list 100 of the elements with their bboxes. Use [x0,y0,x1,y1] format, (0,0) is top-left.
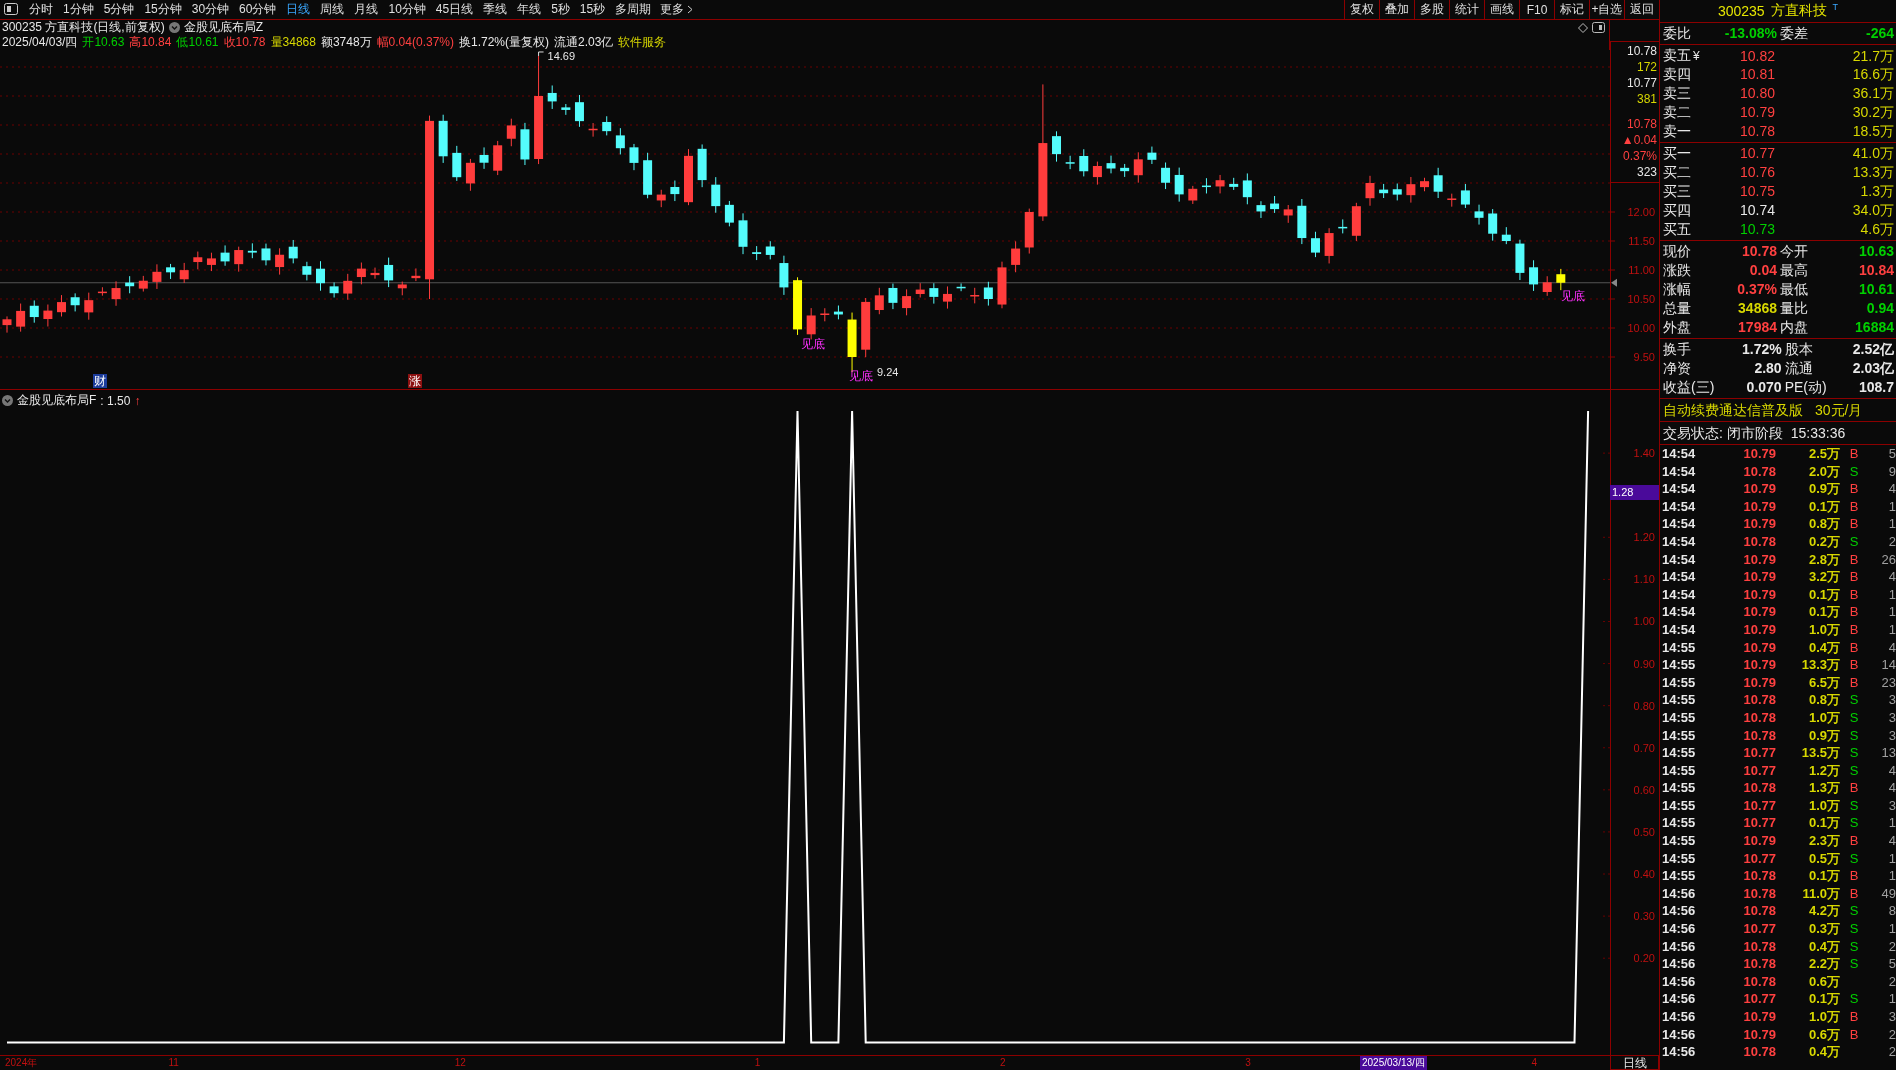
quote-field: 开10.63 [82,34,125,51]
field-value: 2.03亿 [1852,359,1894,378]
window-icon[interactable] [1592,22,1605,33]
cursor-value: 0.37% [1622,148,1657,164]
period-tab[interactable]: 日线 [281,0,316,19]
toolbar-button[interactable]: +自选 [1589,0,1624,19]
field-label: 换手 [1663,340,1692,359]
toolbar-button[interactable]: 画线 [1484,0,1519,19]
trade-side: B [1848,445,1860,463]
order-price: 10.77 [1738,144,1775,163]
trade-volume: 0.1万 [1807,603,1840,621]
order-level-label: 卖一 [1663,122,1692,141]
period-tab[interactable]: 季线 [478,0,513,19]
trade-volume: 0.8万 [1807,515,1840,533]
chevron-down-icon[interactable] [168,22,180,33]
more-button[interactable]: 更多 [656,0,698,19]
high-price-label: 14.69 [538,50,576,62]
trading-status: 交易状态: 闭市阶段 [1663,424,1783,443]
period-tab[interactable]: 15秒 [574,0,611,19]
order-volume: 30.2万 [1851,103,1894,122]
chevron-down-icon[interactable] [2,395,13,406]
toolbar-button[interactable]: 叠加 [1379,0,1414,19]
trade-price: 10.79 [1742,603,1776,621]
trade-volume: 2.3万 [1807,832,1840,850]
trade-count: 2 [1887,1043,1896,1061]
trade-price: 10.77 [1742,920,1776,938]
trade-side: B [1848,603,1860,621]
trade-side: S [1848,814,1860,833]
trade-count: 1 [1887,920,1896,938]
trade-time: 14:55 [1662,726,1697,745]
field-label: 今开 [1780,242,1808,261]
trade-time: 14:55 [1662,744,1697,762]
period-tab[interactable]: 45日线 [430,0,479,19]
field-value: -13.08% [1724,24,1777,43]
toolbar-button[interactable]: 标记 [1554,0,1589,19]
cursor-value: 10.78 [1626,116,1657,132]
period-tab[interactable]: 月线 [349,0,384,19]
trade-price: 10.78 [1742,532,1776,551]
date-tick-label: 2 [1000,1056,1006,1070]
trade-time: 14:55 [1662,849,1697,868]
status-time: 15:33:36 [1790,424,1846,443]
diamond-icon[interactable] [1578,22,1588,33]
period-tab[interactable]: 10分钟 [383,0,431,19]
trade-price: 10.79 [1742,585,1776,604]
trade-price: 10.79 [1742,673,1776,692]
toolbar-button[interactable]: F10 [1519,0,1554,19]
toolbar-button[interactable]: 多股 [1414,0,1449,19]
period-tab[interactable]: 多周期 [610,0,657,19]
trade-volume: 0.3万 [1807,920,1840,938]
trade-price: 10.79 [1742,1008,1776,1026]
trade-count: 1 [1887,585,1896,604]
panel-toggle-icon[interactable] [4,3,18,15]
trade-side: S [1848,990,1860,1008]
quote-field: 流通2.03亿 [554,34,614,51]
toolbar-button[interactable]: 返回 [1624,0,1659,19]
trade-price: 10.79 [1742,656,1776,674]
trade-time: 14:56 [1662,884,1697,903]
trade-price: 10.77 [1742,814,1776,833]
field-label: 涨跌 [1663,261,1691,280]
period-tab[interactable]: 分时 [24,0,58,19]
trade-price: 10.79 [1742,1025,1776,1044]
cursor-value: 381 [1636,91,1657,107]
axis-tick-label: 0.90 [1633,657,1655,670]
field-label: 内盘 [1780,318,1808,337]
trade-time: 14:55 [1662,673,1697,692]
period-tab[interactable]: 60分钟 [234,0,282,19]
trade-price: 10.78 [1742,779,1776,797]
date-tick-label: 3 [1245,1056,1251,1070]
trade-side: B [1848,638,1860,657]
promo-text[interactable]: 自动续费通达信普及版 [1663,400,1803,420]
toolbar-button[interactable]: 统计 [1449,0,1484,19]
trade-side: S [1848,920,1860,938]
period-tab[interactable]: 1分钟 [58,0,99,19]
order-level-label: 买二 [1663,163,1692,182]
trade-time: 14:56 [1662,1043,1697,1061]
axis-tick-label: 0.40 [1633,868,1655,880]
period-tab[interactable]: 15分钟 [139,0,187,19]
field-value: 0.04 [1749,261,1777,280]
order-volume: 18.5万 [1851,122,1894,141]
trade-time: 14:54 [1662,515,1697,533]
period-tab[interactable]: 年线 [512,0,547,19]
toolbar-button[interactable]: 复权 [1344,0,1379,19]
trade-price: 10.78 [1742,708,1776,727]
board-label: T [1832,2,1839,12]
order-price: 10.74 [1738,201,1775,220]
field-label: 流通 [1784,359,1814,378]
period-tab[interactable]: 5秒 [546,0,575,19]
trade-volume: 1.3万 [1807,779,1840,797]
period-tab[interactable]: 周线 [315,0,350,19]
order-price: 10.76 [1738,163,1775,182]
trade-time: 14:54 [1662,550,1697,569]
trade-side: B [1848,1025,1860,1044]
period-tab[interactable]: 5分钟 [98,0,140,19]
trade-price: 10.79 [1742,550,1776,569]
trade-volume: 1.2万 [1807,761,1840,780]
trade-time: 14:55 [1662,638,1697,657]
period-tab[interactable]: 30分钟 [186,0,235,19]
cursor-value: ▲0.04 [1621,132,1657,148]
order-level-label: 买四 [1663,201,1692,220]
field-value: 108.7 [1858,378,1894,397]
